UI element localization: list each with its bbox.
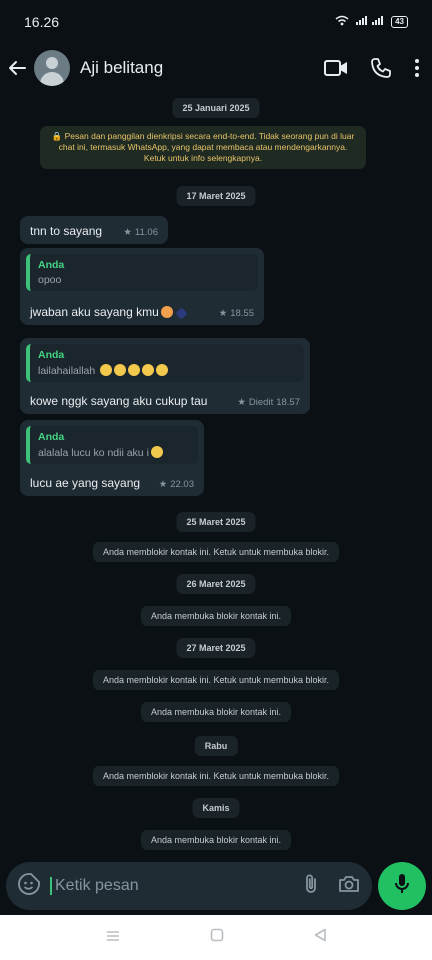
encryption-notice[interactable]: 🔒 Pesan dan panggilan dienkripsi secara … (40, 126, 366, 169)
sticker-icon[interactable] (18, 872, 40, 900)
emoji-icon (142, 364, 155, 376)
more-vertical-icon[interactable] (414, 58, 420, 78)
system-message: Anda membuka blokir kontak ini. (140, 702, 292, 722)
camera-icon[interactable] (338, 875, 360, 898)
system-message: Anda membuka blokir kontak ini. (140, 830, 292, 850)
system-message[interactable]: Anda memblokir kontak ini. Ketuk untuk m… (92, 542, 340, 562)
date-separator: 25 Januari 2025 (172, 98, 260, 118)
message-meta: ★ 11.06 (123, 227, 158, 238)
message-time: 22.03 (170, 479, 194, 490)
message-time: 18.55 (230, 308, 254, 319)
edited-label: Diedit (248, 397, 274, 408)
message-bubble[interactable]: Anda lailahailallah kowe nggk sayang aku… (20, 338, 310, 414)
message-meta: ★ 22.03 (159, 479, 194, 490)
date-separator: 17 Maret 2025 (176, 186, 256, 206)
message-bubble[interactable]: tnn to sayang ★ 11.06 (20, 216, 168, 244)
message-input[interactable]: Ketik pesan (50, 877, 304, 895)
date-separator: Kamis (192, 798, 240, 818)
date-separator: Rabu (194, 736, 238, 756)
status-bar: 16.26 43 (0, 0, 432, 44)
mic-button[interactable] (378, 862, 426, 910)
message-composer: Ketik pesan (6, 862, 372, 910)
signal-icon (355, 15, 385, 29)
star-icon: ★ (237, 397, 246, 408)
recent-apps-icon[interactable] (106, 929, 120, 947)
back-arrow-icon[interactable] (6, 54, 28, 82)
emoji-icon (128, 364, 141, 376)
message-time: 18.57 (276, 397, 300, 408)
message-text: kowe nggk sayang aku cukup tau (30, 394, 208, 408)
message-text: tnn to sayang (30, 224, 103, 238)
message-meta: ★ Diedit 18.57 (237, 397, 300, 408)
emoji-icon (100, 364, 113, 376)
system-message[interactable]: Anda memblokir kontak ini. Ketuk untuk m… (92, 670, 340, 690)
status-time: 16.26 (24, 14, 60, 30)
contact-name[interactable]: Aji belitang (80, 58, 324, 78)
quoted-message[interactable]: Anda opoo (26, 254, 258, 291)
emoji-icon (160, 306, 173, 318)
message-text: lucu ae yang sayang (30, 476, 141, 490)
message-bubble[interactable]: Anda opoo jwaban aku sayang kmu ★ 18.55 (20, 248, 264, 325)
emoji-icon (150, 446, 163, 458)
star-icon: ★ (218, 308, 228, 319)
status-icons: 43 (335, 15, 408, 29)
attach-icon[interactable] (304, 873, 318, 900)
chat-header: Aji belitang (0, 44, 432, 92)
quote-text: alalala lucu ko ndii aku i (38, 446, 190, 459)
quote-author: Anda (38, 259, 65, 271)
emoji-icon (114, 364, 127, 376)
message-meta: ★ 18.55 (219, 308, 254, 319)
date-separator: 27 Maret 2025 (176, 638, 256, 658)
system-message[interactable]: Anda memblokir kontak ini. Ketuk untuk m… (92, 766, 340, 786)
video-call-icon[interactable] (324, 59, 348, 77)
quoted-message[interactable]: Anda lailahailallah (26, 344, 304, 382)
system-navigation-bar (0, 915, 432, 960)
emoji-icon (156, 364, 169, 376)
system-message: Anda membuka blokir kontak ini. (140, 606, 292, 626)
quoted-message[interactable]: Anda alalala lucu ko ndii aku i (26, 426, 198, 464)
date-separator: 26 Maret 2025 (176, 574, 256, 594)
star-icon: ★ (123, 227, 132, 238)
home-icon[interactable] (210, 928, 224, 947)
mic-icon (394, 873, 410, 900)
phone-call-icon[interactable] (370, 57, 392, 79)
message-time: 11.06 (134, 227, 158, 238)
avatar[interactable] (34, 50, 70, 86)
battery-icon: 43 (391, 16, 408, 28)
back-triangle-icon[interactable] (314, 928, 326, 947)
message-bubble[interactable]: Anda alalala lucu ko ndii aku i lucu ae … (20, 420, 204, 496)
quote-text: lailahailallah (38, 364, 296, 377)
wifi-icon (335, 15, 349, 29)
date-separator: 25 Maret 2025 (176, 512, 256, 532)
chat-area[interactable]: 25 Januari 2025 🔒 Pesan dan panggilan di… (0, 92, 432, 862)
message-text: jwaban aku sayang kmu (30, 305, 159, 319)
quote-author: Anda (38, 349, 65, 361)
quote-text: opoo (38, 274, 62, 286)
heart-emoji-icon (174, 307, 188, 320)
header-actions (324, 57, 420, 79)
star-icon: ★ (158, 479, 168, 490)
quote-author: Anda (38, 431, 65, 443)
composer-actions (304, 873, 360, 900)
